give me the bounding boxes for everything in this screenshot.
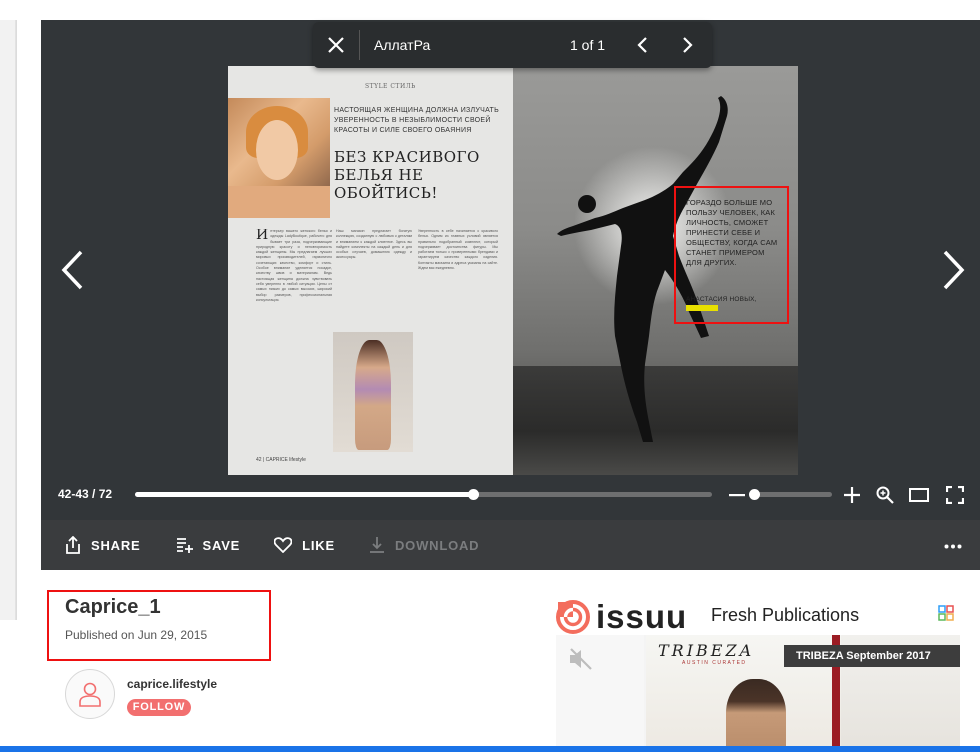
chevron-right-icon (683, 37, 693, 53)
previous-page-button[interactable] (52, 247, 92, 293)
adchoices-icon[interactable] (938, 605, 954, 621)
download-icon (369, 537, 384, 553)
ad-banner: TRIBEZA September 2017 (784, 645, 960, 667)
page: STYLE СТИЛЬ НАСТОЯЩАЯ ЖЕНЩИНА ДОЛЖНА ИЗЛ… (0, 0, 980, 752)
single-page-button[interactable] (908, 484, 930, 506)
cover-model (726, 679, 786, 750)
minus-icon (729, 494, 745, 497)
ad-preview[interactable]: TRIBEZA AUSTIN CURATED TRIBEZA September… (556, 635, 960, 750)
search-zoom-icon (876, 486, 894, 504)
fullscreen-button[interactable] (944, 484, 966, 506)
magazine-quote-author: АНАСТАСИЯ НОВЫХ, (686, 295, 782, 313)
more-options-button[interactable] (944, 536, 962, 554)
fullscreen-icon (946, 486, 964, 504)
page-slider-handle[interactable] (467, 489, 479, 500)
zoom-out-button[interactable] (727, 485, 747, 505)
close-icon (328, 37, 344, 53)
issuu-logo-icon (556, 600, 590, 634)
download-label: DOWNLOAD (394, 537, 480, 553)
zoom-in-button[interactable] (841, 484, 863, 506)
zoom-slider[interactable] (749, 489, 832, 500)
next-result-button[interactable] (665, 22, 711, 68)
article-column-3: Уверенность в себе начинается с красивог… (418, 229, 498, 271)
article-column-1: Интерьер вашего женского белья и одежды … (256, 229, 332, 454)
lingerie-model (355, 340, 391, 450)
chevron-right-icon (943, 250, 965, 290)
search-divider (359, 30, 360, 60)
previous-result-button[interactable] (619, 22, 665, 68)
single-page-icon (909, 488, 929, 502)
portrait-arm (228, 186, 330, 218)
heart-icon (274, 537, 293, 553)
ad-video-panel (556, 635, 644, 750)
fresh-publications-heading: Fresh Publications (711, 605, 860, 625)
search-result-count: 1 of 1 (570, 37, 606, 53)
portrait-photo (228, 98, 330, 218)
browser-bottom-bar (0, 746, 980, 752)
magazine-subheading: НАСТОЯЩАЯ ЖЕНЩИНА ДОЛЖНА ИЗЛУЧАТЬ УВЕРЕН… (334, 107, 499, 134)
next-page-button[interactable] (934, 247, 974, 293)
magazine-kicker: STYLE СТИЛЬ (365, 83, 416, 90)
save-icon (176, 538, 193, 553)
save-label: SAVE (202, 537, 241, 553)
share-icon (66, 536, 80, 554)
page-indicator: 42-43 / 72 (58, 487, 113, 501)
search-query[interactable]: АллатРа (374, 37, 514, 53)
download-button[interactable]: DOWNLOAD (369, 536, 479, 554)
follow-button[interactable]: FOLLOW (127, 699, 191, 716)
chevron-left-icon (61, 250, 83, 290)
article-dropcap: И (256, 229, 269, 243)
magazine-left-page: STYLE СТИЛЬ НАСТОЯЩАЯ ЖЕНЩИНА ДОЛЖНА ИЗЛ… (228, 66, 513, 475)
magazine-quote: ГОРАЗДО БОЛЬШЕ МО ПОЛЬЗУ ЧЕЛОВЕК, КАК ЛИ… (686, 198, 778, 267)
page-slider-fill (135, 492, 473, 497)
zoom-search-button[interactable] (874, 484, 896, 506)
plus-icon (844, 487, 860, 503)
issuu-logo[interactable]: issuu (556, 598, 687, 636)
like-button[interactable]: LIKE (274, 537, 335, 553)
chevron-left-icon (637, 37, 647, 53)
issuu-wordmark: issuu (596, 598, 688, 635)
quote-author-name: АНАСТАСИЯ НОВЫХ, (686, 296, 757, 303)
save-button[interactable]: SAVE (175, 536, 241, 554)
search-hit-highlight (686, 305, 718, 312)
document-title: Caprice_1 (65, 596, 161, 618)
action-bar: SHARE SAVE LIKE DOWNLOAD (41, 520, 980, 570)
user-icon (79, 682, 101, 707)
tribeza-logo: TRIBEZA (658, 641, 755, 660)
publisher-avatar[interactable] (65, 669, 115, 719)
like-label: LIKE (302, 537, 335, 553)
left-panel-divider (16, 20, 17, 620)
magazine-headline: БЕЗ КРАСИВОГО БЕЛЬЯ НЕ ОБОЙТИСЬ! (334, 148, 480, 202)
article-column-2: Наш магазин предлагает богатую коллекцию… (336, 229, 412, 260)
publisher-name[interactable]: caprice.lifestyle (127, 677, 217, 691)
tribeza-subtitle: AUSTIN CURATED (682, 660, 747, 666)
left-panel-edge (0, 20, 16, 620)
more-icon (944, 544, 962, 549)
mute-icon[interactable] (568, 647, 594, 671)
lingerie-photo (333, 332, 413, 452)
publish-date: Published on Jun 29, 2015 (65, 628, 208, 642)
search-results-bar: АллатРа 1 of 1 (313, 22, 712, 68)
portrait-face (256, 120, 298, 180)
page-slider[interactable] (135, 489, 712, 500)
close-search-button[interactable] (313, 22, 359, 68)
magazine-footer: 42 | CAPRICE lifestyle (256, 457, 306, 463)
share-button[interactable]: SHARE (65, 536, 141, 554)
share-label: SHARE (91, 537, 141, 553)
